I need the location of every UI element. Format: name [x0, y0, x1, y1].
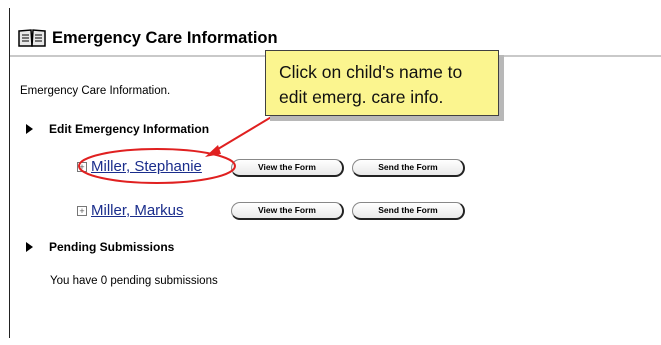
section-title: Pending Submissions — [49, 240, 175, 254]
child-link-stephanie[interactable]: Miller, Stephanie — [91, 158, 202, 175]
section-title: Edit Emergency Information — [49, 122, 210, 136]
callout-arrow-line — [212, 109, 284, 153]
page-title: Emergency Care Information — [52, 28, 278, 47]
view-form-button-markus[interactable]: View the Form — [231, 202, 344, 220]
callout-line-2: edit emerg. care info. — [279, 87, 444, 107]
pending-message: You have 0 pending submissions — [50, 275, 218, 287]
frame-border — [9, 8, 10, 338]
callout-arrowhead-icon — [205, 145, 221, 157]
triangle-bullet-icon — [26, 242, 33, 252]
section-pending-submissions: Pending Submissions — [26, 240, 174, 254]
callout-note: Click on child's name to edit emerg. car… — [265, 50, 499, 116]
expand-icon[interactable]: + — [77, 205, 87, 216]
view-form-button-stephanie[interactable]: View the Form — [231, 159, 344, 177]
callout-line-1: Click on child's name to — [279, 62, 463, 82]
send-form-button-stephanie[interactable]: Send the Form — [352, 159, 465, 177]
page-header: Emergency Care Information — [18, 28, 278, 48]
child-row-markus: + Miller, Markus — [77, 202, 184, 219]
triangle-bullet-icon — [26, 124, 33, 134]
send-form-button-markus[interactable]: Send the Form — [352, 202, 465, 220]
expand-icon[interactable]: + — [77, 161, 87, 172]
child-link-markus[interactable]: Miller, Markus — [91, 202, 184, 219]
book-icon — [18, 29, 46, 47]
child-row-stephanie: + Miller, Stephanie — [77, 158, 202, 175]
section-edit-emergency: Edit Emergency Information — [26, 122, 209, 136]
intro-text: Emergency Care Information. — [20, 85, 171, 97]
